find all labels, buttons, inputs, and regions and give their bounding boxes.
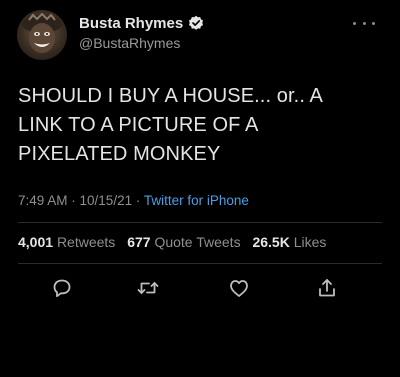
tweet-text-line: SHOULD I BUY A HOUSE... or.. A	[18, 85, 323, 107]
retweets-count: 4,001	[18, 234, 54, 250]
reply-icon[interactable]	[50, 276, 74, 300]
tweet-time[interactable]: 7:49 AM	[18, 193, 68, 208]
display-name-row: Busta Rhymes	[79, 12, 204, 34]
meta-separator: ·	[67, 193, 80, 208]
tweet-text-line: PIXELATED MONKEY	[18, 143, 221, 165]
meta-separator: ·	[132, 193, 144, 208]
verified-badge-icon	[188, 15, 204, 31]
tweet-date[interactable]: 10/15/21	[80, 193, 133, 208]
tweet-actions	[0, 276, 400, 302]
quote-tweets-label: Quote Tweets	[154, 234, 241, 250]
quote-tweets-stat[interactable]: 677 Quote Tweets	[127, 234, 244, 250]
likes-label: Likes	[293, 234, 327, 250]
quote-tweets-count: 677	[127, 234, 151, 250]
share-icon[interactable]	[315, 276, 339, 300]
more-dots-icon[interactable]	[353, 16, 375, 30]
divider	[18, 263, 382, 264]
tweet-source-link[interactable]: Twitter for iPhone	[144, 193, 249, 208]
tweet-meta: 7:49 AM · 10/15/21 · Twitter for iPhone	[18, 193, 249, 208]
divider	[18, 222, 382, 223]
tweet-text-line: LINK TO A PICTURE OF A	[18, 114, 259, 136]
retweets-label: Retweets	[56, 234, 116, 250]
user-names: Busta Rhymes @BustaRhymes	[79, 12, 204, 51]
retweets-stat[interactable]: 4,001 Retweets	[18, 234, 119, 250]
tweet-stats: 4,001 Retweets 677 Quote Tweets 26.5K Li…	[18, 234, 334, 250]
user-handle[interactable]: @BustaRhymes	[79, 35, 204, 51]
tweet-text: SHOULD I BUY A HOUSE... or.. A LINK TO A…	[18, 82, 378, 169]
display-name[interactable]: Busta Rhymes	[79, 15, 183, 32]
tweet-card: Busta Rhymes @BustaRhymes SHOULD I BUY A…	[0, 0, 400, 377]
avatar[interactable]	[17, 10, 67, 60]
retweet-icon[interactable]	[136, 276, 160, 300]
likes-stat[interactable]: 26.5K Likes	[252, 234, 326, 250]
likes-count: 26.5K	[252, 234, 290, 250]
tweet-header: Busta Rhymes @BustaRhymes	[17, 8, 383, 64]
heart-icon[interactable]	[227, 276, 251, 300]
